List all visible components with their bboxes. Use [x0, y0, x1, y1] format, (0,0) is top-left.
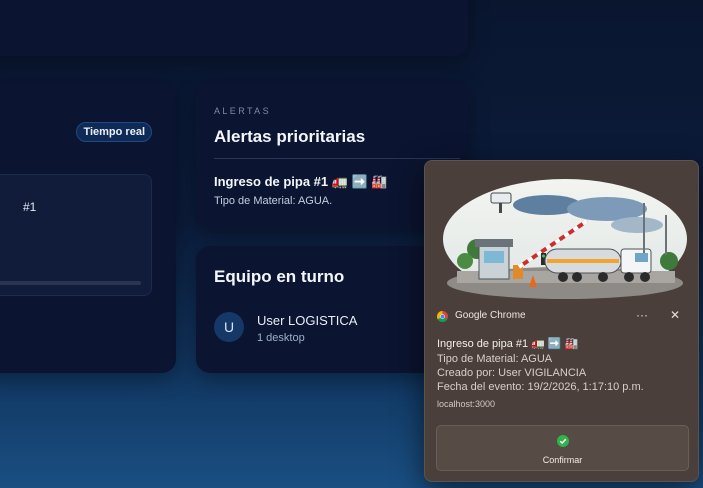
realtime-badge: Tiempo real — [76, 122, 152, 142]
realtime-item-label: #1 — [23, 200, 37, 214]
check-circle-icon — [557, 435, 569, 447]
alerts-eyebrow: ALERTAS — [214, 106, 271, 116]
notification-source: localhost:3000 — [437, 399, 496, 409]
notification-created-by: Creado por: User VIGILANCIA — [437, 367, 587, 379]
notification-material: Tipo de Material: AGUA — [437, 353, 553, 365]
team-user-name: User LOGISTICA — [257, 313, 358, 328]
alert-item-detail: Tipo de Material: AGUA. — [214, 195, 333, 207]
more-options-icon[interactable]: ··· — [636, 308, 648, 322]
chrome-icon — [437, 311, 448, 322]
close-icon[interactable]: ✕ — [670, 308, 680, 322]
alert-item-title[interactable]: Ingreso de pipa #1 🚛 ➡️ 🏭 — [214, 174, 388, 190]
app-name: Google Chrome — [455, 310, 526, 321]
notification-event-date: Fecha del evento: 19/2/2026, 1:17:10 p.m… — [437, 381, 644, 393]
avatar: U — [214, 312, 244, 342]
notification-header: Google Chrome ··· ✕ — [437, 308, 686, 325]
alerts-divider — [214, 158, 460, 159]
notification-title: Ingreso de pipa #1 🚛 ➡️ 🏭 — [437, 338, 579, 350]
team-title: Equipo en turno — [214, 267, 345, 286]
top-card — [0, 0, 468, 56]
chrome-notification[interactable]: Google Chrome ··· ✕ Ingreso de pipa #1 🚛… — [424, 160, 699, 482]
team-user-devices: 1 desktop — [257, 332, 305, 344]
realtime-item[interactable]: #1 — [0, 174, 152, 296]
progress-track — [0, 281, 141, 285]
truck-checkpoint-illustration — [443, 179, 687, 299]
alerts-title: Alertas prioritarias — [214, 127, 366, 146]
confirm-button[interactable]: Confirmar — [436, 425, 689, 471]
confirm-label: Confirmar — [542, 455, 583, 465]
realtime-panel: Tiempo real #1 — [0, 82, 176, 373]
